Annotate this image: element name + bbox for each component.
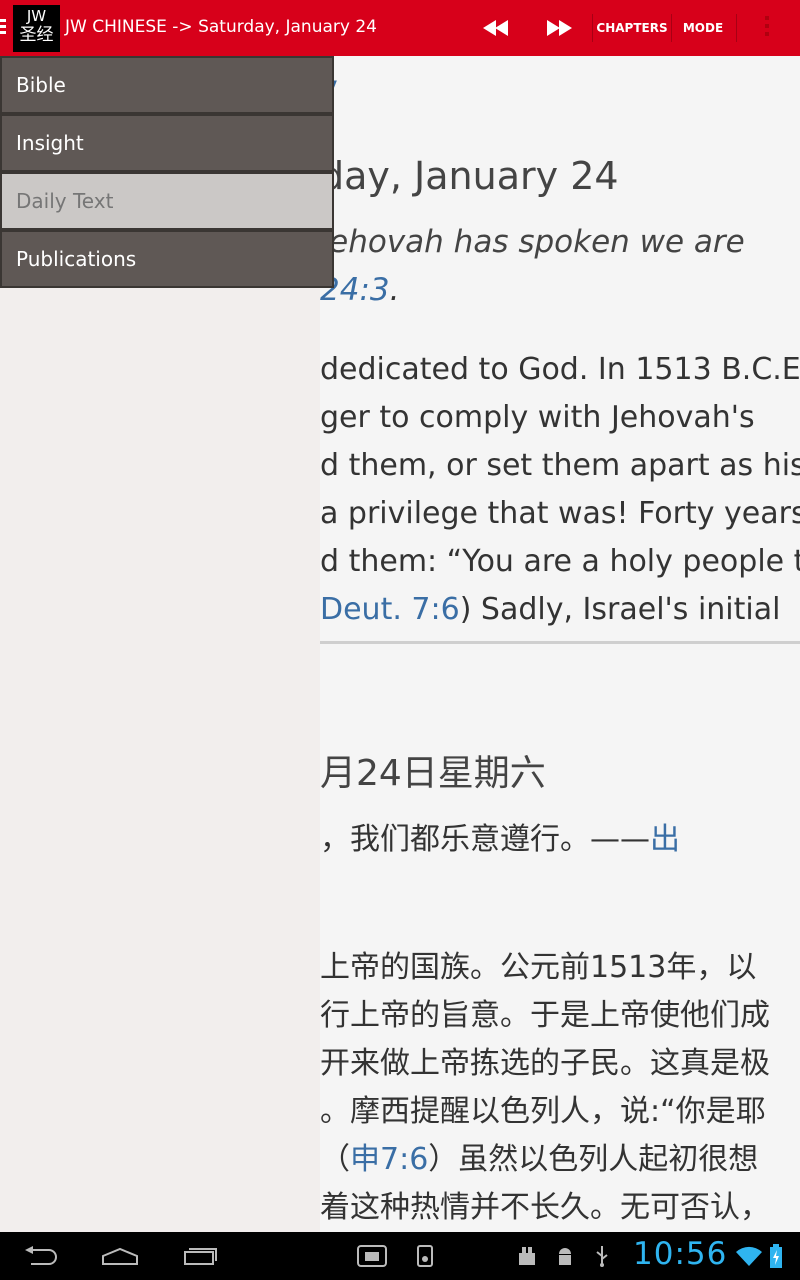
chinese-body-text: ）虽然以色列人起初很想 bbox=[428, 1142, 759, 1177]
chinese-body-line: 行上帝的旨意。于是上帝使他们成 bbox=[320, 998, 770, 1033]
daily-text-content[interactable]: y day, January 24 Jehovah has spoken we … bbox=[320, 56, 800, 1232]
usb-debugging-icon bbox=[512, 1232, 542, 1280]
wifi-icon bbox=[734, 1232, 764, 1280]
system-bar: 10:56 bbox=[0, 1232, 800, 1280]
drawer-item-publications[interactable]: Publications bbox=[0, 230, 334, 288]
recent-apps-icon bbox=[184, 1248, 217, 1265]
home-button[interactable] bbox=[92, 1232, 148, 1280]
action-separator bbox=[671, 14, 672, 42]
back-button[interactable] bbox=[14, 1232, 68, 1280]
clock: 10:56 bbox=[633, 1236, 728, 1272]
english-body-line: d them, or set them apart as his bbox=[320, 448, 800, 483]
english-theme-end: . bbox=[389, 272, 400, 308]
action-separator bbox=[592, 14, 593, 42]
chinese-body-line: 开来做上帝拣选的子民。这真是极 bbox=[320, 1046, 770, 1081]
screenshot-icon bbox=[357, 1245, 387, 1267]
android-debug-icon bbox=[550, 1232, 580, 1280]
drawer-item-bible[interactable]: Bible bbox=[0, 56, 334, 114]
previous-day-button[interactable] bbox=[465, 0, 527, 56]
back-icon bbox=[25, 1246, 57, 1265]
chinese-body-line: 。摩西提醒以色列人，说:“你是耶 bbox=[320, 1094, 766, 1129]
home-icon bbox=[102, 1247, 138, 1265]
fast-forward-icon bbox=[547, 20, 572, 36]
english-body-ref-link[interactable]: Deut. 7:6 bbox=[320, 592, 460, 627]
overflow-menu-icon[interactable] bbox=[764, 16, 770, 40]
english-body-line: a privilege that was! Forty years bbox=[320, 496, 800, 531]
screenshot-button[interactable] bbox=[352, 1232, 392, 1280]
chinese-theme-ref-link[interactable]: 出 bbox=[650, 822, 680, 857]
app-notification-icon bbox=[410, 1232, 440, 1280]
english-body-line: d them: “You are a holy people to bbox=[320, 544, 800, 579]
chinese-body-ref-link[interactable]: 申7:6 bbox=[350, 1142, 428, 1177]
app-logo[interactable]: JW 圣经 bbox=[13, 5, 60, 52]
page-title: JW CHINESE -> Saturday, January 24 bbox=[65, 17, 377, 37]
action-separator bbox=[736, 14, 737, 42]
chinese-theme-line: ，我们都乐意遵行。——出 bbox=[320, 814, 680, 858]
english-date: day, January 24 bbox=[320, 154, 619, 198]
navigation-drawer: Bible Insight Daily Text Publications bbox=[0, 56, 334, 1232]
chinese-body-line: 上帝的国族。公元前1513年，以 bbox=[320, 950, 757, 985]
chinese-date: 月24日星期六 bbox=[320, 753, 546, 794]
next-day-button[interactable] bbox=[528, 0, 590, 56]
rewind-icon bbox=[483, 20, 508, 36]
english-theme-line: Jehovah has spoken we are bbox=[320, 224, 745, 260]
chinese-body-line: （申7:6）虽然以色列人起初很想 bbox=[320, 1134, 758, 1178]
chinese-body-line: 着这种热情并不长久。无可否认， bbox=[320, 1190, 770, 1225]
usb-icon bbox=[588, 1232, 616, 1280]
english-body-text: ) Sadly, Israel's initial bbox=[459, 592, 781, 627]
english-body-line: ger to comply with Jehovah's bbox=[320, 400, 755, 435]
mode-button[interactable]: MODE bbox=[673, 0, 733, 56]
chapters-button[interactable]: CHAPTERS bbox=[594, 0, 670, 56]
battery-icon bbox=[766, 1232, 786, 1280]
drawer-item-insight[interactable]: Insight bbox=[0, 114, 334, 172]
action-bar: JW 圣经 JW CHINESE -> Saturday, January 24… bbox=[0, 0, 800, 56]
chinese-body-text: （ bbox=[320, 1142, 350, 1177]
logo-line1: JW bbox=[26, 7, 47, 25]
logo-line2: 圣经 bbox=[19, 25, 54, 45]
english-body-line: dedicated to God. In 1513 B.C.E., bbox=[320, 352, 800, 387]
chinese-theme-text: ，我们都乐意遵行。—— bbox=[320, 822, 650, 857]
recent-apps-button[interactable] bbox=[172, 1232, 228, 1280]
drawer-toggle-icon[interactable] bbox=[0, 19, 6, 37]
english-body-line: Deut. 7:6) Sadly, Israel's initial bbox=[320, 592, 780, 627]
language-divider bbox=[320, 641, 800, 644]
drawer-item-daily-text[interactable]: Daily Text bbox=[0, 172, 334, 230]
